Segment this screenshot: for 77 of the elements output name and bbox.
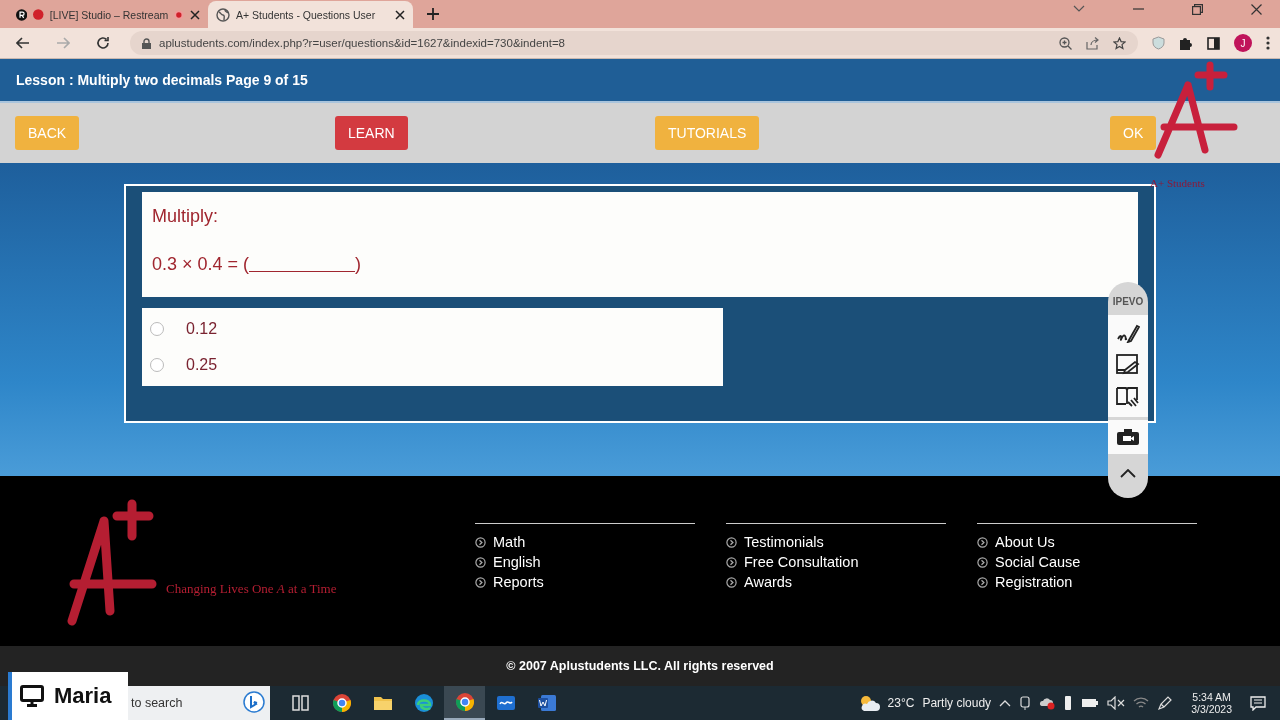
pen-icon[interactable] xyxy=(1157,695,1174,711)
equation-text: 0.3 × 0.4 = ( xyxy=(152,254,250,275)
radio-button[interactable] xyxy=(150,322,164,336)
circle-arrow-icon xyxy=(475,576,486,588)
footer-link[interactable]: Free Consultation xyxy=(744,554,859,570)
muted-speaker-icon[interactable] xyxy=(1107,696,1126,710)
browser-tab[interactable]: A+ Students - Questions User xyxy=(208,1,413,28)
footer-link[interactable]: Math xyxy=(493,534,526,550)
footer-link[interactable]: About Us xyxy=(995,534,1055,550)
camera-icon[interactable] xyxy=(1116,428,1140,446)
weather-condition[interactable]: Partly cloudy xyxy=(922,696,992,710)
reload-icon[interactable] xyxy=(96,36,110,50)
cloud-error-icon[interactable] xyxy=(1039,696,1056,710)
notification-icon[interactable] xyxy=(1250,695,1266,711)
radio-button[interactable] xyxy=(150,358,164,372)
maximize-icon[interactable] xyxy=(1192,3,1203,15)
pen-scribble-icon[interactable] xyxy=(1116,323,1140,343)
answer-option[interactable]: 0.12 xyxy=(186,320,218,338)
taskbar-app[interactable] xyxy=(444,686,485,720)
circle-arrow-icon xyxy=(475,536,486,548)
circle-arrow-icon xyxy=(977,556,988,568)
chevron-up-icon[interactable] xyxy=(999,699,1012,707)
book-annotate-icon[interactable] xyxy=(1116,387,1140,409)
share-icon[interactable] xyxy=(1086,36,1099,50)
close-icon[interactable] xyxy=(190,9,200,20)
r-logo-icon xyxy=(16,7,28,22)
close-icon[interactable] xyxy=(395,9,405,20)
clock-date[interactable]: 3/3/2023 xyxy=(1191,703,1232,715)
circle-arrow-icon xyxy=(977,576,988,588)
tagline: Changing Lives One A at a Time xyxy=(166,580,337,597)
circle-arrow-icon xyxy=(475,556,486,568)
back-arrow-icon[interactable] xyxy=(16,37,30,49)
more-icon[interactable] xyxy=(1266,36,1270,50)
circle-arrow-icon xyxy=(726,556,737,568)
toolbar-label: IPEVO xyxy=(1112,295,1144,309)
screen-annotate-icon[interactable] xyxy=(1116,354,1140,376)
footer-link[interactable]: Social Cause xyxy=(995,554,1081,570)
zoom-icon[interactable] xyxy=(1059,36,1072,50)
puzzle-icon[interactable] xyxy=(1179,36,1193,50)
chevron-up-icon xyxy=(1120,469,1136,478)
dot-icon xyxy=(33,8,44,21)
footer-link[interactable]: Awards xyxy=(744,574,793,590)
nav-button[interactable]: LEARN xyxy=(335,116,408,150)
profile-avatar[interactable]: J xyxy=(1234,34,1252,52)
copyright-text: © 2007 Aplustudents LLC. All rights reserved xyxy=(506,659,774,673)
bing-icon[interactable] xyxy=(242,691,266,715)
battery-icon[interactable] xyxy=(1081,698,1100,708)
forward-arrow-icon xyxy=(56,37,70,49)
presenter-name: Maria xyxy=(54,683,112,709)
footer-link[interactable]: Reports xyxy=(493,574,544,590)
taskbar-search-field[interactable]: to search xyxy=(128,686,270,720)
monitor-icon xyxy=(20,685,44,707)
circle-arrow-icon xyxy=(726,536,737,548)
answer-option[interactable]: 0.25 xyxy=(186,356,218,374)
chevron-down-icon[interactable] xyxy=(1073,5,1085,13)
new-tab-icon[interactable] xyxy=(427,8,439,20)
star-icon[interactable] xyxy=(1113,36,1126,50)
lesson-title: Lesson : Multiply two decimals Page 9 of 15 xyxy=(16,72,308,88)
address-bar[interactable]: aplustudents.com/index.php?r=user/questions&id=1627&indexid=730&indent=8 xyxy=(130,31,1138,55)
footer-link[interactable]: Registration xyxy=(995,574,1073,590)
globe-icon xyxy=(216,7,230,22)
circle-arrow-icon xyxy=(726,576,737,588)
browser-tab[interactable]: [LIVE] Studio – Restream xyxy=(8,1,208,28)
footer-link[interactable]: English xyxy=(493,554,541,570)
close-icon[interactable] xyxy=(1251,3,1262,15)
circle-arrow-icon xyxy=(977,536,988,548)
brand-name: A+ Students xyxy=(1150,177,1205,189)
equation-text: ) xyxy=(355,254,362,275)
wifi-icon[interactable] xyxy=(1133,696,1150,710)
clock-time[interactable]: 5:34 AM xyxy=(1192,691,1231,703)
weather-temperature[interactable]: 23°C xyxy=(887,696,915,710)
question-prompt: Multiply: xyxy=(152,206,219,227)
meet-icon[interactable] xyxy=(1019,696,1032,710)
lock-icon xyxy=(142,37,151,49)
side-panel-icon[interactable] xyxy=(1207,36,1220,50)
usb-drive-icon[interactable] xyxy=(1063,695,1074,711)
footer-link[interactable]: Testimonials xyxy=(744,534,824,550)
